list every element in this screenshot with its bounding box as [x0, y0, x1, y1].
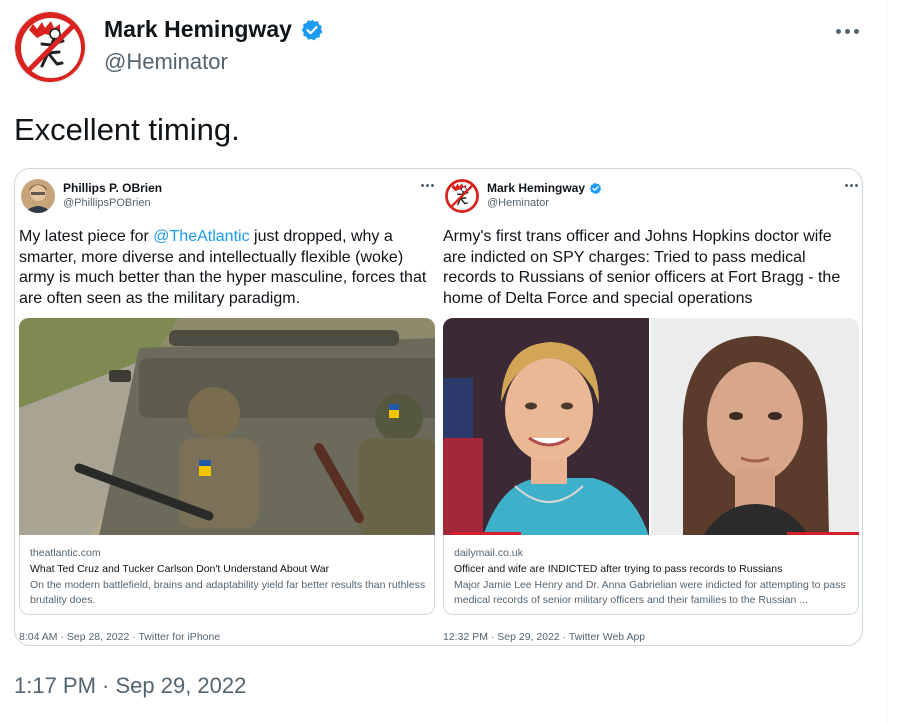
quoted-text-right: Army's first trans officer and Johns Hop…: [443, 228, 841, 307]
quoted-avatar-left[interactable]: [21, 179, 55, 213]
article-image-portraits[interactable]: [443, 318, 859, 536]
quoted-text-left: My latest piece for @TheAtlantic just dr…: [19, 227, 435, 309]
avatar-mascot-icon: [15, 12, 85, 82]
verified-badge-icon: [301, 19, 323, 40]
link-title[interactable]: Officer and wife are INDICTED after tryi…: [454, 563, 782, 575]
more-options-icon[interactable]: [419, 179, 437, 191]
link-description: On the modern battlefield, brains and ad…: [30, 579, 426, 606]
more-options-icon[interactable]: [843, 179, 861, 191]
quoted-tweet-left[interactable]: Phillips P. OBrien @PhillipsPOBrien My l…: [15, 169, 439, 645]
quoted-author-handle-right[interactable]: @Heminator: [487, 197, 549, 209]
timeline-divider: [886, 0, 887, 722]
mention-link[interactable]: @TheAtlantic: [153, 228, 249, 245]
quoted-author-handle-left[interactable]: @PhillipsPOBrien: [63, 197, 151, 209]
link-domain: dailymail.co.uk: [454, 547, 523, 559]
quoted-avatar-right[interactable]: [445, 179, 479, 213]
author-handle[interactable]: @Heminator: [104, 49, 228, 75]
quoted-author-name-text-left[interactable]: Phillips P. OBrien: [63, 181, 162, 195]
more-options-icon[interactable]: [834, 20, 862, 40]
link-card-left[interactable]: theatlantic.com What Ted Cruz and Tucker…: [19, 535, 435, 615]
tweet-timestamp[interactable]: 1:17 PM · Sep 29, 2022: [14, 673, 246, 699]
quoted-tweets-card[interactable]: Phillips P. OBrien @PhillipsPOBrien My l…: [14, 168, 863, 646]
avatar-mascot-icon: [445, 179, 479, 213]
author-name[interactable]: Mark Hemingway: [104, 16, 324, 43]
quoted-author-name-left[interactable]: Phillips P. OBrien: [63, 181, 162, 195]
author-avatar[interactable]: [14, 11, 86, 83]
quoted-author-name-right[interactable]: Mark Hemingway: [487, 181, 602, 195]
quoted-text-part: My latest piece for: [19, 228, 154, 245]
tweet-text: Excellent timing.: [14, 112, 240, 147]
link-domain: theatlantic.com: [30, 547, 101, 559]
author-photo-icon: [21, 179, 55, 213]
portraits-photo-icon: [443, 318, 859, 536]
tweet: Mark Hemingway @Heminator Excellent timi…: [0, 0, 899, 722]
link-title[interactable]: What Ted Cruz and Tucker Carlson Don't U…: [30, 563, 329, 575]
verified-badge-icon: [589, 182, 602, 194]
quoted-timestamp-right[interactable]: 12:32 PM · Sep 29, 2022 · Twitter Web Ap…: [443, 631, 645, 643]
soldiers-photo-icon: [19, 318, 435, 536]
quoted-timestamp-left[interactable]: 8:04 AM · Sep 28, 2022 · Twitter for iPh…: [19, 631, 220, 643]
article-image-soldiers[interactable]: [19, 318, 435, 536]
quoted-author-name-text-right[interactable]: Mark Hemingway: [487, 181, 585, 195]
link-card-right[interactable]: dailymail.co.uk Officer and wife are IND…: [443, 535, 859, 615]
quoted-tweet-right[interactable]: Mark Hemingway @Heminator Army's first t…: [439, 169, 862, 645]
link-description: Major Jamie Lee Henry and Dr. Anna Gabri…: [454, 579, 846, 606]
author-name-text[interactable]: Mark Hemingway: [104, 16, 292, 43]
